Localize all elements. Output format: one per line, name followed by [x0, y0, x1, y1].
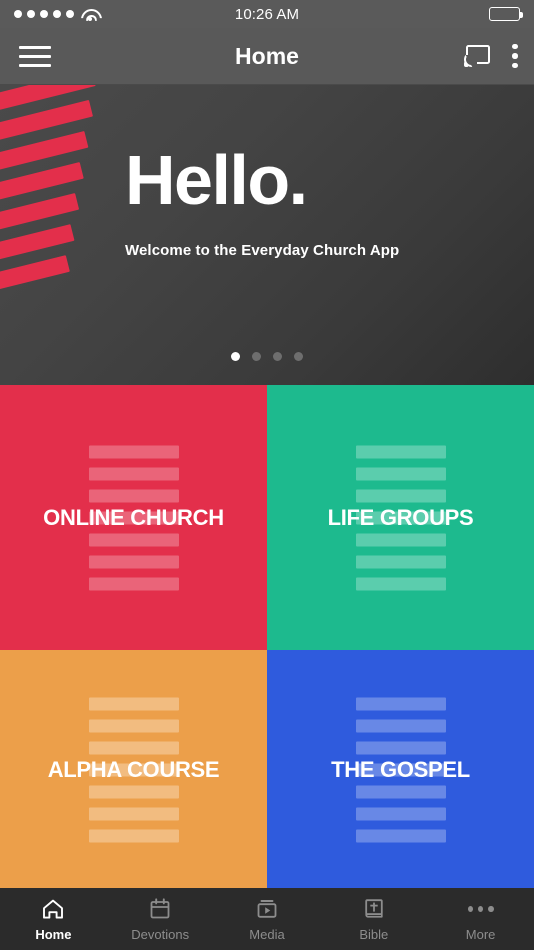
tab-label: Devotions [131, 927, 190, 942]
bible-book-icon [361, 896, 387, 922]
more-dots-icon [467, 896, 494, 922]
tile-alpha-course[interactable]: ALPHA COURSE [0, 650, 267, 890]
video-play-icon [254, 896, 280, 922]
tile-label: ALPHA COURSE [47, 757, 220, 782]
tab-label: Media [249, 927, 285, 942]
tile-label: LIFE GROUPS [327, 504, 474, 530]
nav-actions [464, 42, 518, 71]
status-bar: 10:26 AM [0, 0, 534, 28]
status-bar-right [489, 7, 523, 21]
carousel-dot-1[interactable] [231, 352, 240, 361]
tab-label: More [465, 927, 496, 942]
carousel-dot-4[interactable] [294, 352, 303, 361]
overflow-menu-icon[interactable] [512, 42, 518, 71]
hamburger-menu-icon[interactable] [16, 41, 54, 71]
hero-subtitle: Welcome to the Everyday Church App [125, 241, 400, 259]
tile-label: THE GOSPEL [331, 757, 470, 782]
tile-life-groups[interactable]: LIFE GROUPS [267, 385, 534, 650]
tab-media[interactable]: Media [214, 888, 321, 950]
tab-more[interactable]: More [427, 888, 534, 950]
tab-label: Home [35, 927, 72, 942]
carousel-dot-3[interactable] [273, 352, 282, 361]
tab-label: Bible [359, 927, 389, 942]
carousel-dot-2[interactable] [252, 352, 261, 361]
battery-full-icon [489, 7, 523, 21]
status-bar-time: 10:26 AM [234, 5, 300, 23]
calendar-icon [147, 896, 173, 922]
hero-carousel[interactable]: Hello. Welcome to the Everyday Church Ap… [0, 85, 534, 385]
carousel-pagination[interactable] [0, 352, 534, 361]
tab-home[interactable]: Home [0, 888, 107, 950]
home-icon [40, 896, 66, 922]
app-screen: 10:26 AM Home Hello. Welcome to the Ever… [0, 0, 534, 950]
top-nav-bar: Home [0, 28, 534, 85]
page-title: Home [235, 42, 299, 69]
tile-the-gospel[interactable]: THE GOSPEL [267, 650, 534, 890]
bottom-tab-bar: Home Devotions Media Bible More [0, 888, 534, 950]
hero-title: Hello. [125, 141, 308, 219]
feature-tile-grid: ONLINE CHURCH LIFE GROUPS ALPHA COURSE T… [0, 385, 534, 890]
tile-label: ONLINE CHURCH [43, 504, 224, 530]
hero-text-block: Hello. Welcome to the Everyday Church Ap… [125, 141, 400, 259]
tab-bible[interactable]: Bible [320, 888, 427, 950]
tile-online-church[interactable]: ONLINE CHURCH [0, 385, 267, 650]
cast-icon[interactable] [464, 45, 490, 67]
tab-devotions[interactable]: Devotions [107, 888, 214, 950]
